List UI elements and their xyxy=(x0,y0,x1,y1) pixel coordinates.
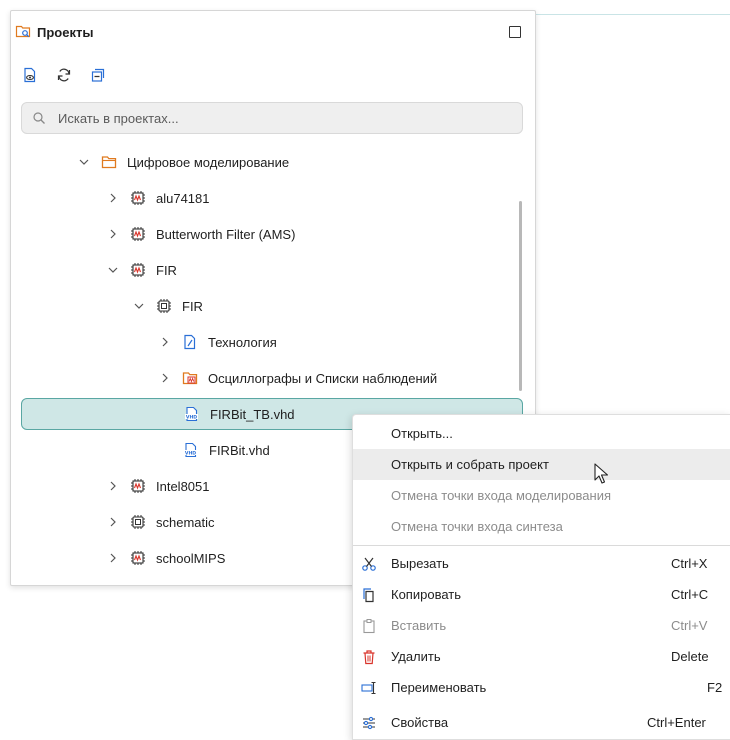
menu-item-open[interactable]: Открыть... xyxy=(353,418,730,449)
tree-item-label: FIR xyxy=(156,262,177,278)
tree-scrollbar[interactable] xyxy=(519,201,522,391)
menu-item-cut[interactable]: Вырезать Ctrl+X xyxy=(353,548,730,579)
tree-item-label: Осциллографы и Списки наблюдений xyxy=(208,370,438,386)
menu-item-label: Свойства xyxy=(391,715,449,730)
menu-item-shortcut: Delete xyxy=(671,649,709,664)
context-menu: Открыть... Открыть и собрать проект Отме… xyxy=(352,414,730,740)
tree-item-label: Цифровое моделирование xyxy=(127,154,290,170)
menu-item-shortcut: F2 xyxy=(707,680,723,695)
tree-item-fir-project[interactable]: FIR xyxy=(11,254,521,286)
show-project-icon[interactable] xyxy=(19,64,41,86)
menu-item-cancel-synth-entry[interactable]: Отмена точки входа синтеза xyxy=(353,511,730,542)
waveform-chip-icon xyxy=(130,226,146,242)
menu-item-shortcut: Ctrl+Enter xyxy=(647,715,706,730)
menu-item-open-and-build[interactable]: Открыть и собрать проект xyxy=(353,449,730,480)
paste-icon xyxy=(361,618,377,634)
menu-item-shortcut: Ctrl+C xyxy=(671,587,709,602)
chevron-down-icon[interactable] xyxy=(132,299,146,313)
tree-item-label: Butterworth Filter (AMS) xyxy=(156,226,296,242)
maximize-button[interactable] xyxy=(509,26,521,38)
search-icon xyxy=(32,111,46,125)
chevron-right-icon[interactable] xyxy=(106,191,120,205)
tree-item-label: alu74181 xyxy=(156,190,210,206)
menu-item-label: Переименовать xyxy=(391,680,487,695)
search-placeholder: Искать в проектах... xyxy=(58,110,179,126)
tree-item-label: FIR xyxy=(182,298,203,314)
chip-icon xyxy=(156,298,172,314)
tree-item-butterworth-filter[interactable]: Butterworth Filter (AMS) xyxy=(11,218,521,250)
waveform-chip-icon xyxy=(130,550,146,566)
chevron-right-icon[interactable] xyxy=(158,335,172,349)
panel-header: Проекты xyxy=(15,23,93,41)
svg-text:VHD: VHD xyxy=(185,451,196,457)
menu-item-label: Удалить xyxy=(391,649,441,664)
menu-item-label: Открыть... xyxy=(391,426,453,441)
menu-item-copy[interactable]: Копировать Ctrl+C xyxy=(353,579,730,610)
menu-item-label: Копировать xyxy=(391,587,461,602)
menu-item-paste[interactable]: Вставить Ctrl+V xyxy=(353,610,730,641)
panel-title: Проекты xyxy=(37,24,94,40)
chevron-right-icon[interactable] xyxy=(106,515,120,529)
panel-toolbar xyxy=(19,64,109,86)
chip-icon xyxy=(130,514,146,530)
vhd-file-icon: VHD xyxy=(183,442,199,458)
tree-item-label: FIRBit_TB.vhd xyxy=(210,406,295,422)
tree-item-alu74181[interactable]: alu74181 xyxy=(11,182,521,214)
tree-item-label: schoolMIPS xyxy=(156,550,226,566)
waveform-chip-icon xyxy=(130,190,146,206)
tree-item-label: Технология xyxy=(208,334,277,350)
properties-icon xyxy=(361,715,377,731)
editor-top-border xyxy=(535,14,730,15)
projects-folder-icon xyxy=(15,23,31,42)
tree-item-digital-modeling[interactable]: Цифровое моделирование xyxy=(11,146,521,178)
copy-icon xyxy=(361,587,377,603)
menu-item-delete[interactable]: Удалить Delete xyxy=(353,641,730,672)
scope-folder-icon xyxy=(182,370,198,386)
mouse-cursor-icon xyxy=(594,463,610,488)
chevron-right-icon[interactable] xyxy=(106,479,120,493)
menu-item-shortcut: Ctrl+X xyxy=(671,556,708,571)
tree-item-oscilloscopes[interactable]: Осциллографы и Списки наблюдений xyxy=(11,362,521,394)
svg-text:VHD: VHD xyxy=(186,415,197,421)
menu-item-label: Отмена точки входа синтеза xyxy=(391,519,563,534)
tree-item-technology[interactable]: Технология xyxy=(11,326,521,358)
chevron-down-icon[interactable] xyxy=(77,155,91,169)
tree-item-fir-design[interactable]: FIR xyxy=(11,290,521,322)
tree-item-label: Intel8051 xyxy=(156,478,210,494)
menu-item-cancel-sim-entry[interactable]: Отмена точки входа моделирования xyxy=(353,480,730,511)
waveform-chip-icon xyxy=(130,478,146,494)
folder-icon xyxy=(101,154,117,170)
waveform-chip-icon xyxy=(130,262,146,278)
chevron-down-icon[interactable] xyxy=(106,263,120,277)
tree-item-label: schematic xyxy=(156,514,215,530)
menu-item-label: Отмена точки входа моделирования xyxy=(391,488,612,503)
vhd-file-icon: VHD xyxy=(184,406,200,422)
trash-icon xyxy=(361,649,377,665)
tree-item-label: FIRBit.vhd xyxy=(209,442,270,458)
document-icon xyxy=(182,334,198,350)
refresh-icon[interactable] xyxy=(53,64,75,86)
chevron-right-icon[interactable] xyxy=(158,371,172,385)
chevron-right-icon[interactable] xyxy=(106,227,120,241)
menu-item-properties[interactable]: Свойства Ctrl+Enter xyxy=(353,707,730,738)
collapse-all-icon[interactable] xyxy=(87,64,109,86)
search-field[interactable]: Искать в проектах... xyxy=(21,102,523,134)
menu-item-shortcut: Ctrl+V xyxy=(671,618,708,633)
chevron-right-icon[interactable] xyxy=(106,551,120,565)
menu-separator xyxy=(353,545,730,546)
rename-icon xyxy=(361,680,377,696)
menu-item-label: Вставить xyxy=(391,618,447,633)
menu-item-rename[interactable]: Переименовать F2 xyxy=(353,672,730,703)
scissors-icon xyxy=(361,556,377,572)
menu-item-label: Открыть и собрать проект xyxy=(391,457,549,472)
menu-item-label: Вырезать xyxy=(391,556,449,571)
